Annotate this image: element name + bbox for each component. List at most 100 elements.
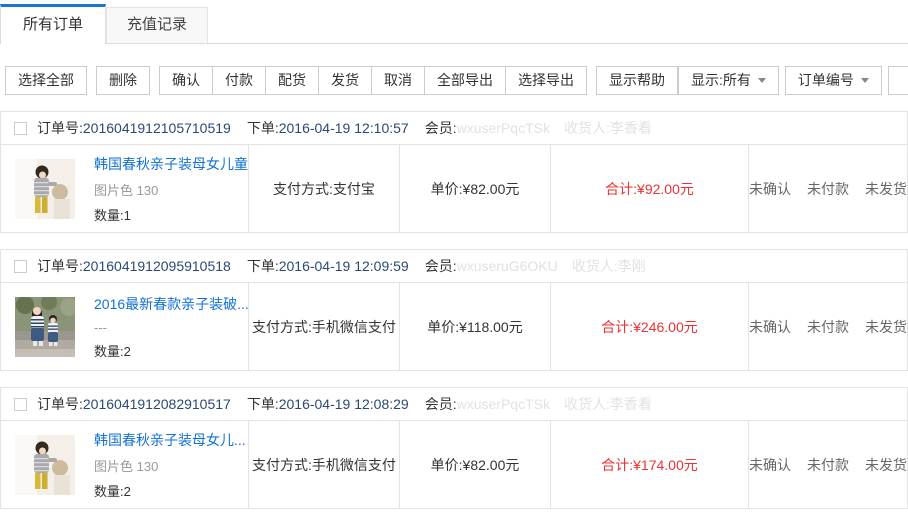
order-block: 订单号:2016041912095910518 下单:2016-04-19 12…	[0, 249, 908, 371]
order-toolbar: 选择全部 删除 确认 付款 配货 发货 取消 全部导出 选择导出 显示帮助 显示…	[5, 66, 908, 95]
product-variant: 图片色 130	[94, 456, 246, 475]
order-body: 2016最新春款亲子装破... --- 数量:2 支付方式:手机微信支付 单价:…	[1, 283, 907, 370]
order-checkbox[interactable]	[14, 260, 27, 273]
order-header: 订单号:2016041912105710519 下单:2016-04-19 12…	[1, 112, 907, 145]
receiver-value: 收货人:李香看	[564, 120, 652, 136]
product-cell: 2016最新春款亲子装破... --- 数量:2	[1, 283, 248, 370]
product-info: 2016最新春款亲子装破... --- 数量:2	[94, 294, 248, 360]
status-unshipped: 未发货	[865, 455, 907, 475]
placed-label: 下单:	[247, 258, 279, 274]
order-body: 韩国春秋亲子装母女儿... 图片色 130 数量:2 支付方式:手机微信支付 单…	[1, 421, 907, 508]
show-filter-dropdown[interactable]: 显示:所有	[678, 66, 779, 95]
order-block: 订单号:2016041912105710519 下单:2016-04-19 12…	[0, 111, 908, 233]
receiver-value: 收货人:李刚	[572, 258, 646, 274]
product-quantity: 数量:2	[94, 341, 248, 360]
status-unpaid: 未付款	[807, 455, 849, 475]
order-total: 合计:¥92.00元	[605, 179, 694, 199]
order-time-value: 2016-04-19 12:10:57	[279, 120, 409, 136]
product-image[interactable]	[15, 159, 75, 219]
status-unconfirmed: 未确认	[749, 179, 791, 199]
member-label: 会员:	[425, 258, 457, 274]
unit-price: 单价:¥82.00元	[431, 179, 520, 199]
placed-label: 下单:	[247, 396, 279, 412]
order-header: 订单号:2016041912082910517 下单:2016-04-19 12…	[1, 388, 907, 421]
mother-daughter-steps-photo	[15, 297, 75, 357]
bulk-action-group: 确认 付款 配货 发货 取消 全部导出 选择导出	[159, 66, 587, 95]
chevron-down-icon	[758, 78, 766, 83]
order-total: 合计:¥246.00元	[601, 317, 698, 337]
product-quantity: 数量:2	[94, 481, 246, 500]
member-label: 会员:	[425, 396, 457, 412]
order-search-input[interactable]	[888, 66, 908, 95]
product-image[interactable]	[15, 297, 75, 357]
order-block: 订单号:2016041912082910517 下单:2016-04-19 12…	[0, 387, 908, 509]
product-quantity: 数量:1	[94, 205, 248, 224]
toolbar-right: 显示:所有 订单编号	[678, 66, 908, 95]
member-value: wxuserPqcTSk	[457, 120, 550, 136]
search-field-label: 订单编号	[798, 67, 854, 94]
product-variant: 图片色 130	[94, 180, 248, 199]
order-total: 合计:¥174.00元	[601, 455, 698, 475]
confirm-button[interactable]: 确认	[159, 66, 213, 95]
status-unshipped: 未发货	[865, 179, 907, 199]
tab-recharge-records[interactable]: 充值记录	[106, 7, 208, 43]
tab-bar: 所有订单 充值记录	[0, 0, 908, 44]
order-no-value: 2016041912105710519	[83, 120, 231, 136]
member-label: 会员:	[425, 120, 457, 136]
order-time-value: 2016-04-19 12:09:59	[279, 258, 409, 274]
order-checkbox[interactable]	[14, 398, 27, 411]
status-cell: 未确认 未付款 未发货	[748, 283, 907, 370]
order-header: 订单号:2016041912095910518 下单:2016-04-19 12…	[1, 250, 907, 283]
select-all-button[interactable]: 选择全部	[5, 66, 87, 95]
status-cell: 未确认 未付款 未发货	[748, 145, 907, 232]
status-unconfirmed: 未确认	[749, 317, 791, 337]
girl-yellow-pants-photo	[15, 435, 75, 495]
cancel-button[interactable]: 取消	[371, 66, 425, 95]
product-title-link[interactable]: 韩国春秋亲子装母女儿...	[94, 430, 246, 450]
ship-button[interactable]: 发货	[318, 66, 372, 95]
show-help-button[interactable]: 显示帮助	[596, 66, 678, 95]
delete-button[interactable]: 删除	[96, 66, 150, 95]
pay-button[interactable]: 付款	[212, 66, 266, 95]
unit-price-cell: 单价:¥82.00元	[399, 421, 550, 508]
show-filter-label: 显示:所有	[691, 67, 751, 94]
unit-price-cell: 单价:¥82.00元	[399, 145, 550, 232]
placed-label: 下单:	[247, 120, 279, 136]
product-variant: ---	[94, 320, 248, 335]
product-cell: 韩国春秋亲子装母女儿... 图片色 130 数量:2	[1, 421, 248, 508]
order-time-value: 2016-04-19 12:08:29	[279, 396, 409, 412]
status-cell: 未确认 未付款 未发货	[748, 421, 907, 508]
export-all-button[interactable]: 全部导出	[424, 66, 506, 95]
unit-price: 单价:¥82.00元	[431, 455, 520, 475]
search-field-dropdown[interactable]: 订单编号	[785, 66, 882, 95]
status-unshipped: 未发货	[865, 317, 907, 337]
unit-price: 单价:¥118.00元	[427, 317, 522, 337]
payment-method: 支付方式:手机微信支付	[252, 317, 396, 337]
product-image[interactable]	[15, 435, 75, 495]
order-no-label: 订单号:	[37, 258, 83, 274]
product-title-link[interactable]: 韩国春秋亲子装母女儿童...	[94, 154, 248, 174]
export-selected-button[interactable]: 选择导出	[505, 66, 587, 95]
payment-method: 支付方式:支付宝	[273, 179, 375, 199]
order-checkbox[interactable]	[14, 122, 27, 135]
product-cell: 韩国春秋亲子装母女儿童... 图片色 130 数量:1	[1, 145, 248, 232]
toolbar-left: 选择全部 删除 确认 付款 配货 发货 取消 全部导出 选择导出 显示帮助	[5, 66, 678, 95]
order-body: 韩国春秋亲子装母女儿童... 图片色 130 数量:1 支付方式:支付宝 单价:…	[1, 145, 907, 232]
total-cell: 合计:¥246.00元	[550, 283, 748, 370]
product-title-link[interactable]: 2016最新春款亲子装破...	[94, 294, 248, 314]
total-cell: 合计:¥174.00元	[550, 421, 748, 508]
payment-method-cell: 支付方式:手机微信支付	[248, 283, 399, 370]
allocate-button[interactable]: 配货	[265, 66, 319, 95]
payment-method: 支付方式:手机微信支付	[252, 455, 396, 475]
order-no-value: 2016041912082910517	[83, 396, 231, 412]
member-value: wxuseruG6OKU	[457, 258, 558, 274]
product-info: 韩国春秋亲子装母女儿... 图片色 130 数量:2	[94, 430, 246, 500]
member-value: wxuserPqcTSk	[457, 396, 550, 412]
order-no-value: 2016041912095910518	[83, 258, 231, 274]
order-no-label: 订单号:	[37, 120, 83, 136]
payment-method-cell: 支付方式:手机微信支付	[248, 421, 399, 508]
tab-all-orders[interactable]: 所有订单	[0, 4, 106, 44]
receiver-value: 收货人:李香看	[564, 396, 652, 412]
chevron-down-icon	[861, 78, 869, 83]
order-no-label: 订单号:	[37, 396, 83, 412]
